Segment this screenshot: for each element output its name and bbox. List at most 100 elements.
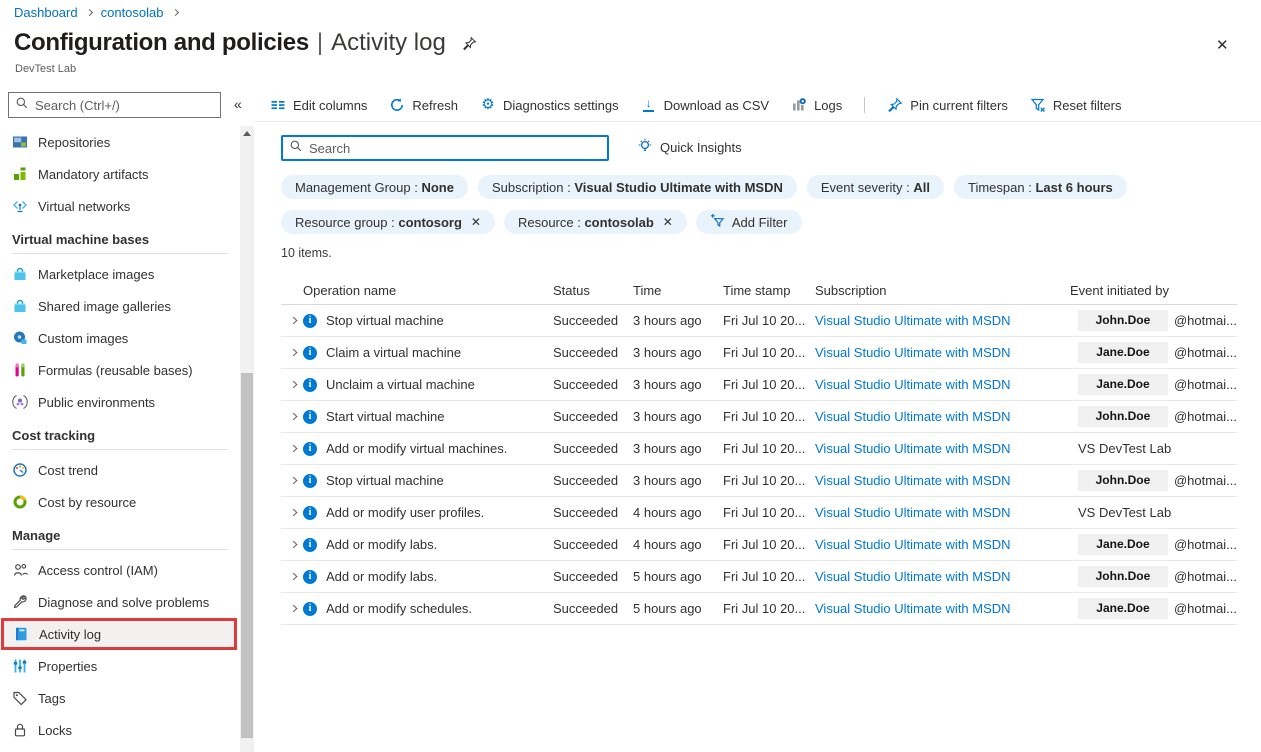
pin-blade-icon[interactable] [462,36,477,51]
sidebar-item-label: Virtual networks [38,199,130,214]
subscription-link[interactable]: Visual Studio Ultimate with MSDN [815,313,1011,328]
filter-pill-resource[interactable]: Resourcecontosolab ✕ [504,210,687,234]
download-csv-button[interactable]: ↓ Download as CSV [641,97,770,113]
table-row[interactable]: Unclaim a virtual machine Succeeded 3 ho… [281,369,1237,401]
edit-columns-icon [270,97,286,113]
sidebar-item-label: Marketplace images [38,267,154,282]
table-row[interactable]: Add or modify labs. Succeeded 5 hours ag… [281,561,1237,593]
subscription-link[interactable]: Visual Studio Ultimate with MSDN [815,505,1011,520]
remove-filter-icon[interactable]: ✕ [471,215,481,229]
sidebar-item-locks[interactable]: Locks [0,714,238,746]
table-row[interactable]: Stop virtual machine Succeeded 3 hours a… [281,465,1237,497]
diagnostics-settings-button[interactable]: ⚙ Diagnostics settings [480,97,619,113]
subscription-link[interactable]: Visual Studio Ultimate with MSDN [815,441,1011,456]
table-row[interactable]: Add or modify virtual machines. Succeede… [281,433,1237,465]
refresh-button[interactable]: Refresh [389,97,458,113]
filter-pill-subscription[interactable]: SubscriptionVisual Studio Ultimate with … [478,175,797,199]
filter-pill-timespan[interactable]: TimespanLast 6 hours [954,175,1127,199]
cost-trend-icon [12,462,28,478]
expand-chevron-icon[interactable] [288,477,298,484]
col-event-initiated-by[interactable]: Event initiated by [1070,283,1237,298]
expand-chevron-icon[interactable] [288,445,298,452]
sidebar-item-activity-log[interactable]: Activity log [1,618,237,650]
sidebar-item-custom-images[interactable]: Custom images [0,322,238,354]
table-row[interactable]: Start virtual machine Succeeded 3 hours … [281,401,1237,433]
scrollbar-thumb[interactable] [241,373,253,738]
page-title: Configuration and policies | Activity lo… [14,29,477,57]
close-icon[interactable]: ✕ [1216,36,1229,54]
filter-pill-management-group[interactable]: Management GroupNone [281,175,468,199]
redacted-name: Jane.Doe [1078,342,1168,363]
reset-filters-button[interactable]: Reset filters [1030,97,1122,113]
sidebar-item-virtual-networks[interactable]: Virtual networks [0,190,238,222]
subscription-link[interactable]: Visual Studio Ultimate with MSDN [815,569,1011,584]
activity-search-input[interactable] [309,141,601,156]
expand-chevron-icon[interactable] [288,349,298,356]
sidebar-item-label: Locks [38,723,72,738]
sidebar-item-label: Diagnose and solve problems [38,595,209,610]
sidebar-item-properties[interactable]: Properties [0,650,238,682]
sidebar-item-formulas[interactable]: Formulas (reusable bases) [0,354,238,386]
shared-image-galleries-icon [12,298,28,314]
sidebar-item-mandatory-artifacts[interactable]: Mandatory artifacts [0,158,238,190]
table-row[interactable]: Add or modify user profiles. Succeeded 4… [281,497,1237,529]
col-time-stamp[interactable]: Time stamp [723,283,815,298]
sidebar-search-input[interactable] [35,98,214,113]
sidebar-item-diagnose[interactable]: Diagnose and solve problems [0,586,238,618]
sidebar-item-cost-by-resource[interactable]: Cost by resource [0,486,238,518]
page-title-primary: Configuration and policies [14,29,309,57]
scroll-up-icon[interactable] [243,131,251,136]
col-time[interactable]: Time [633,283,723,298]
subscription-link[interactable]: Visual Studio Ultimate with MSDN [815,601,1011,616]
filter-pill-resource-group[interactable]: Resource groupcontosorg ✕ [281,210,495,234]
sidebar-item-label: Formulas (reusable bases) [38,363,193,378]
expand-chevron-icon[interactable] [288,509,298,516]
sidebar-item-repositories[interactable]: Repositories [0,126,238,158]
table-row[interactable]: Add or modify schedules. Succeeded 5 hou… [281,593,1237,625]
activity-search[interactable] [281,135,609,161]
subscription-link[interactable]: Visual Studio Ultimate with MSDN [815,473,1011,488]
col-operation-name[interactable]: Operation name [303,283,553,298]
expand-chevron-icon[interactable] [288,541,298,548]
logs-button[interactable]: Logs [791,97,842,113]
pin-current-filters-button[interactable]: Pin current filters [887,97,1008,113]
virtual-networks-icon [12,198,28,214]
table-row[interactable]: Claim a virtual machine Succeeded 3 hour… [281,337,1237,369]
resource-type-label: DevTest Lab [15,63,76,75]
subscription-link[interactable]: Visual Studio Ultimate with MSDN [815,409,1011,424]
expand-chevron-icon[interactable] [288,605,298,612]
sidebar-item-tags[interactable]: Tags [0,682,238,714]
filter-pill-event-severity[interactable]: Event severityAll [807,175,944,199]
sidebar-scrollbar[interactable] [240,126,254,752]
gear-icon: ⚙ [480,97,496,113]
breadcrumb-contosolab-link[interactable]: contosolab [101,5,164,20]
edit-columns-button[interactable]: Edit columns [270,97,367,113]
sidebar-item-public-environments[interactable]: Public environments [0,386,238,418]
breadcrumb-dashboard-link[interactable]: Dashboard [14,5,78,20]
sidebar-item-cost-trend[interactable]: Cost trend [0,454,238,486]
expand-chevron-icon[interactable] [288,573,298,580]
sidebar-search[interactable] [8,92,221,118]
redacted-name: John.Doe [1078,406,1168,427]
subscription-link[interactable]: Visual Studio Ultimate with MSDN [815,345,1011,360]
collapse-sidebar-icon[interactable]: « [234,96,242,112]
remove-filter-icon[interactable]: ✕ [663,215,673,229]
search-icon [15,96,29,115]
expand-chevron-icon[interactable] [288,413,298,420]
col-subscription[interactable]: Subscription [815,283,1070,298]
sidebar-item-label: Mandatory artifacts [38,167,149,182]
subscription-link[interactable]: Visual Studio Ultimate with MSDN [815,537,1011,552]
breadcrumb: Dashboard contosolab [14,5,180,20]
col-status[interactable]: Status [553,283,633,298]
sidebar-item-marketplace-images[interactable]: Marketplace images [0,258,238,290]
repositories-icon [12,134,28,150]
subscription-link[interactable]: Visual Studio Ultimate with MSDN [815,377,1011,392]
sidebar-item-shared-image-galleries[interactable]: Shared image galleries [0,290,238,322]
sidebar-item-access-control[interactable]: Access control (IAM) [0,554,238,586]
expand-chevron-icon[interactable] [288,381,298,388]
quick-insights-button[interactable]: Quick Insights [637,138,742,157]
expand-chevron-icon[interactable] [288,317,298,324]
table-row[interactable]: Add or modify labs. Succeeded 4 hours ag… [281,529,1237,561]
add-filter-button[interactable]: Add Filter [696,210,802,234]
table-row[interactable]: Stop virtual machine Succeeded 3 hours a… [281,305,1237,337]
